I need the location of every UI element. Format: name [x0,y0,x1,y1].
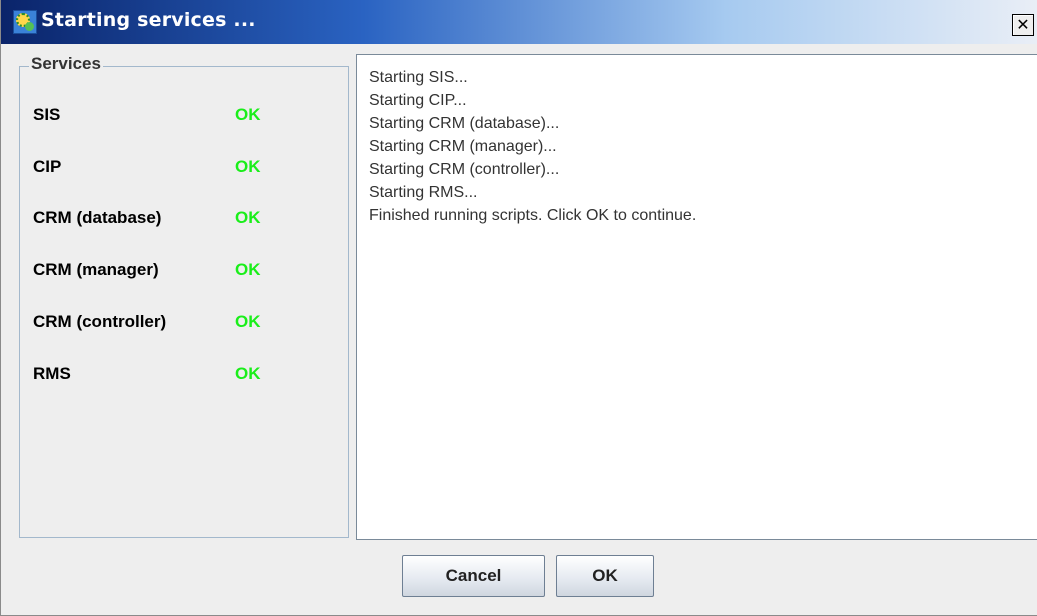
service-name: CRM (database) [33,208,162,227]
service-status: OK [235,312,261,331]
service-status: OK [235,157,261,176]
service-name: CRM (controller) [33,312,167,331]
starting-services-dialog: Starting services ... ✕ Services SIS OK … [0,0,1037,616]
log-line: Finished running scripts. Click OK to co… [369,207,697,224]
log-line: Starting CRM (database)... [369,115,560,132]
window-title: Starting services ... [41,9,256,31]
service-status: OK [235,364,261,383]
log-line: Starting SIS... [369,69,468,86]
log-line: Starting CIP... [369,92,467,109]
ok-button[interactable]: OK [556,555,654,597]
log-line: Starting CRM (manager)... [369,138,557,155]
status-dot [25,22,34,31]
log-line: Starting RMS... [369,184,478,201]
app-gear-icon [13,10,37,34]
service-status: OK [235,260,261,279]
service-name: CRM (manager) [33,260,159,279]
cancel-button[interactable]: Cancel [402,555,545,597]
log-line: Starting CRM (controller)... [369,161,560,178]
service-status: OK [235,105,261,124]
close-icon[interactable]: ✕ [1012,14,1034,36]
services-heading: Services [29,54,103,74]
services-panel [19,66,349,538]
service-status: OK [235,208,261,227]
service-name: RMS [33,364,71,383]
service-name: SIS [33,105,61,124]
service-name: CIP [33,157,62,176]
log-output[interactable]: Starting SIS... Starting CIP... Starting… [356,54,1037,540]
title-bar[interactable]: Starting services ... ✕ [1,0,1037,44]
